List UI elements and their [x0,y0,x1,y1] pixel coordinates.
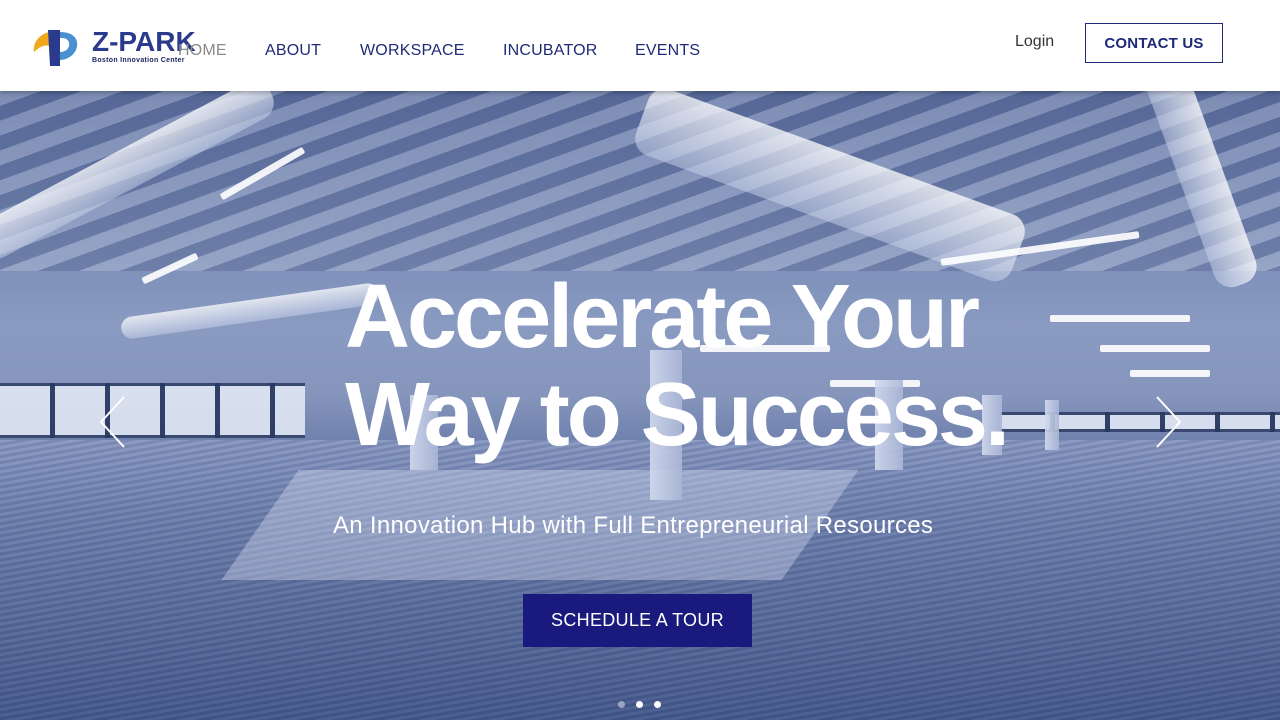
ceiling-light [1100,345,1210,352]
hero-headline-line2: Way to Success. [345,365,1010,465]
column [1045,400,1059,450]
schedule-tour-button[interactable]: SCHEDULE A TOUR [523,594,752,647]
nav-item-workspace[interactable]: WORKSPACE [360,42,465,60]
window-row [0,383,305,438]
zpark-logo-icon [33,30,78,66]
slider-dot[interactable] [618,701,625,708]
ceiling-light [1130,370,1210,377]
ceiling-duct [119,282,381,340]
logo-tagline: Boston Innovation Center [92,57,185,64]
nav-item-events[interactable]: EVENTS [635,42,700,60]
slider-dot-active[interactable] [636,701,643,708]
login-link[interactable]: Login [1015,33,1054,51]
chevron-left-icon [99,396,125,448]
nav-item-about[interactable]: ABOUT [265,42,321,60]
contact-us-button[interactable]: CONTACT US [1085,23,1223,63]
site-logo[interactable]: Z-PARK Boston Innovation Center [30,26,200,68]
slider-dot[interactable] [654,701,661,708]
nav-item-incubator[interactable]: INCUBATOR [503,42,598,60]
site-header: Z-PARK Boston Innovation Center HOME ABO… [0,0,1280,91]
hero-headline-line1: Accelerate Your [345,267,980,367]
hero-headline: Accelerate Your Way to Success. [345,268,1045,464]
slider-next-button[interactable] [1153,395,1183,449]
ceiling-light [1050,315,1190,322]
nav-item-home[interactable]: HOME [178,42,227,60]
slider-prev-button[interactable] [98,395,128,449]
hero-subheadline: An Innovation Hub with Full Entrepreneur… [333,512,934,539]
chevron-right-icon [1156,396,1182,448]
